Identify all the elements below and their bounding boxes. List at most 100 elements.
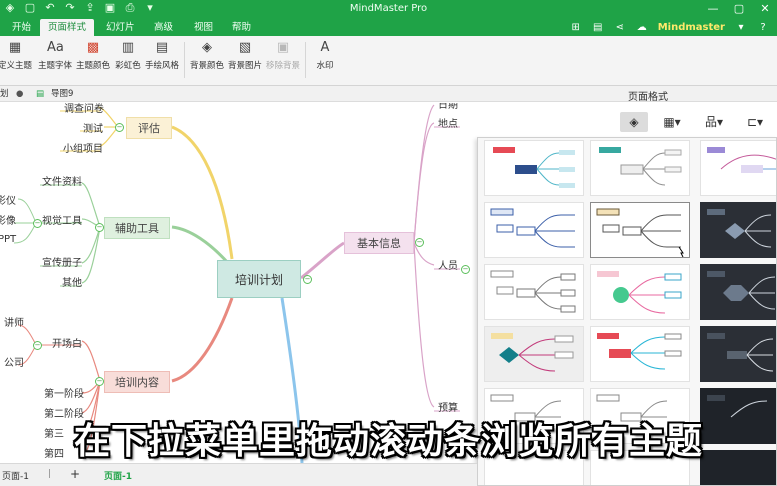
theme-thumbnail[interactable] <box>590 264 690 320</box>
status-bar: 页面-1 | + 页面-1 <box>0 463 477 486</box>
branch-training-content[interactable]: 培训内容 <box>104 371 170 393</box>
node-documents[interactable]: 文件资料 <box>42 173 82 188</box>
font-icon: Aa <box>47 40 64 55</box>
title-bar: ◈ ▢ ↶ ↷ ⇪ ▣ ⎙ ▾ MindMaster Pro — ▢ ✕ <box>0 0 777 19</box>
remove-background-button[interactable]: ▣ 移除背景 <box>265 40 301 80</box>
user-dropdown-icon[interactable]: ▾ <box>735 21 747 34</box>
branch-basic-info[interactable]: 基本信息 <box>344 232 414 254</box>
theme-font-button[interactable]: Aa 主题字体 <box>37 40 73 80</box>
collapse-toggle-icon[interactable]: − <box>95 377 104 386</box>
rainbow-button[interactable]: ▥ 彩虹色 <box>114 40 142 80</box>
node-brochure[interactable]: 宣传册子 <box>42 254 82 269</box>
background-image-label: 背景图片 <box>227 61 262 71</box>
rainbow-label: 彩虹色 <box>115 61 141 71</box>
theme-thumbnail[interactable] <box>484 264 584 320</box>
node-other[interactable]: 其他 <box>62 274 82 289</box>
node-survey[interactable]: 调查问卷 <box>64 103 104 115</box>
rainbow-icon: ▥ <box>121 40 135 55</box>
tab-start[interactable]: 开始 <box>4 19 39 36</box>
collapse-toggle-icon[interactable]: − <box>115 123 124 132</box>
node-company[interactable]: 公司 <box>4 354 24 369</box>
cloud-icon[interactable]: ☁ <box>636 21 648 34</box>
theme-thumbnail[interactable] <box>700 264 776 320</box>
theme-thumbnail[interactable] <box>590 140 690 196</box>
maximize-icon[interactable]: ▢ <box>733 2 745 15</box>
minimize-icon[interactable]: — <box>707 2 719 15</box>
branch-evaluation[interactable]: 评估 <box>126 117 172 139</box>
node-opening[interactable]: 开场白 <box>52 335 82 350</box>
define-theme-label: 定义主题 <box>0 61 32 71</box>
collapse-toggle-icon[interactable]: − <box>415 238 424 247</box>
background-color-button[interactable]: ◈ 背景颜色 <box>189 40 225 80</box>
ribbon-separator <box>184 42 185 78</box>
collapse-toggle-icon[interactable]: − <box>95 223 104 232</box>
theme-thumbnail[interactable] <box>484 140 584 196</box>
node-video[interactable]: 影像 <box>0 212 16 227</box>
menu-bar: 开始 页面样式 幻灯片 高级 视图 帮助 ⊞ ▤ ⋖ ☁ Mindmaster … <box>0 19 777 36</box>
watermark-icon: A <box>320 40 330 55</box>
node-lecturer[interactable]: 讲师 <box>4 314 24 329</box>
mindmap-doc-icon: ▤ <box>36 89 45 99</box>
tab-view[interactable]: 视图 <box>186 19 221 36</box>
page-format-title: 页面格式 <box>628 92 668 103</box>
theme-color-button[interactable]: ▩ 主题颜色 <box>75 40 111 80</box>
theme-grid-icon[interactable]: ▦▾ <box>656 112 688 132</box>
remove-background-icon: ▣ <box>276 40 290 55</box>
hand-drawn-label: 手绘风格 <box>144 61 179 71</box>
tab-advanced[interactable]: 高级 <box>146 19 181 36</box>
node-location[interactable]: 地点 <box>438 115 458 130</box>
theme-thumbnail[interactable] <box>484 202 584 258</box>
collapse-toggle-icon[interactable]: − <box>33 219 42 228</box>
layout-icon[interactable]: 品▾ <box>698 112 730 132</box>
user-account[interactable]: Mindmaster <box>658 22 725 33</box>
page-format-tools: ◈ ▦▾ 品▾ ⊏▾ <box>618 110 777 136</box>
theme-thumbnail-hovered[interactable] <box>590 202 690 258</box>
hand-drawn-button[interactable]: ▤ 手绘风格 <box>144 40 180 80</box>
connector-icon[interactable]: ⊏▾ <box>738 112 772 132</box>
node-date[interactable]: 日期 <box>438 103 458 111</box>
collapse-toggle-icon[interactable]: − <box>461 265 470 274</box>
background-image-button[interactable]: ▧ 背景图片 <box>227 40 263 80</box>
color-palette-icon: ▩ <box>86 40 100 55</box>
node-personnel[interactable]: 人员 <box>438 257 458 272</box>
theme-thumbnail[interactable] <box>590 326 690 382</box>
collapse-toggle-icon[interactable]: − <box>33 341 42 350</box>
page-tab-active[interactable]: 页面-1 <box>104 469 132 482</box>
background-fill-icon[interactable]: ◈ <box>620 112 648 132</box>
node-phase-1[interactable]: 第一阶段 <box>44 385 84 400</box>
branch-aux-tools[interactable]: 辅助工具 <box>104 217 170 239</box>
doc-tab-previous-label: 划 <box>0 89 9 99</box>
image-icon: ▧ <box>238 40 252 55</box>
tab-help[interactable]: 帮助 <box>224 19 259 36</box>
watermark-label: 水印 <box>316 61 334 71</box>
close-icon[interactable]: ✕ <box>759 2 771 15</box>
theme-thumbnail[interactable] <box>700 202 776 258</box>
fullscreen-icon[interactable]: ⊞ <box>570 21 582 34</box>
doc-tab-mindmap9[interactable]: 导图9 <box>51 86 73 102</box>
define-theme-button[interactable]: ▦ 定义主题 <box>0 40 34 80</box>
tab-page-style[interactable]: 页面样式 <box>40 19 95 36</box>
app-window: ◈ ▢ ↶ ↷ ⇪ ▣ ⎙ ▾ MindMaster Pro — ▢ ✕ 开始 … <box>0 0 777 486</box>
help-icon[interactable]: ? <box>757 21 769 34</box>
central-topic[interactable]: 培训计划 <box>217 260 301 298</box>
theme-thumbnail[interactable] <box>700 140 776 196</box>
app-title: MindMaster Pro <box>349 3 428 14</box>
clipboard-icon[interactable]: ▤ <box>592 21 604 34</box>
theme-thumbnail[interactable] <box>700 326 776 382</box>
collapse-toggle-icon[interactable]: − <box>303 275 312 284</box>
close-dot-icon[interactable]: ● <box>16 86 23 102</box>
doc-tab-previous[interactable]: 划 <box>0 86 9 102</box>
node-visual-tools[interactable]: 视觉工具 <box>42 212 82 227</box>
ribbon-separator <box>305 42 306 78</box>
node-ppt[interactable]: PPT <box>0 234 16 245</box>
fill-bucket-icon: ◈ <box>202 40 212 55</box>
node-projector[interactable]: 影仪 <box>0 192 16 207</box>
add-page-button[interactable]: + <box>70 467 80 481</box>
share-icon[interactable]: ⋖ <box>614 21 626 34</box>
node-group-project[interactable]: 小组项目 <box>63 140 103 155</box>
tab-slides[interactable]: 幻灯片 <box>98 19 143 36</box>
page-tab-left[interactable]: 页面-1 <box>2 469 29 482</box>
node-test[interactable]: 测试 <box>83 120 103 135</box>
watermark-button[interactable]: A 水印 <box>311 40 339 80</box>
theme-thumbnail[interactable] <box>484 326 584 382</box>
